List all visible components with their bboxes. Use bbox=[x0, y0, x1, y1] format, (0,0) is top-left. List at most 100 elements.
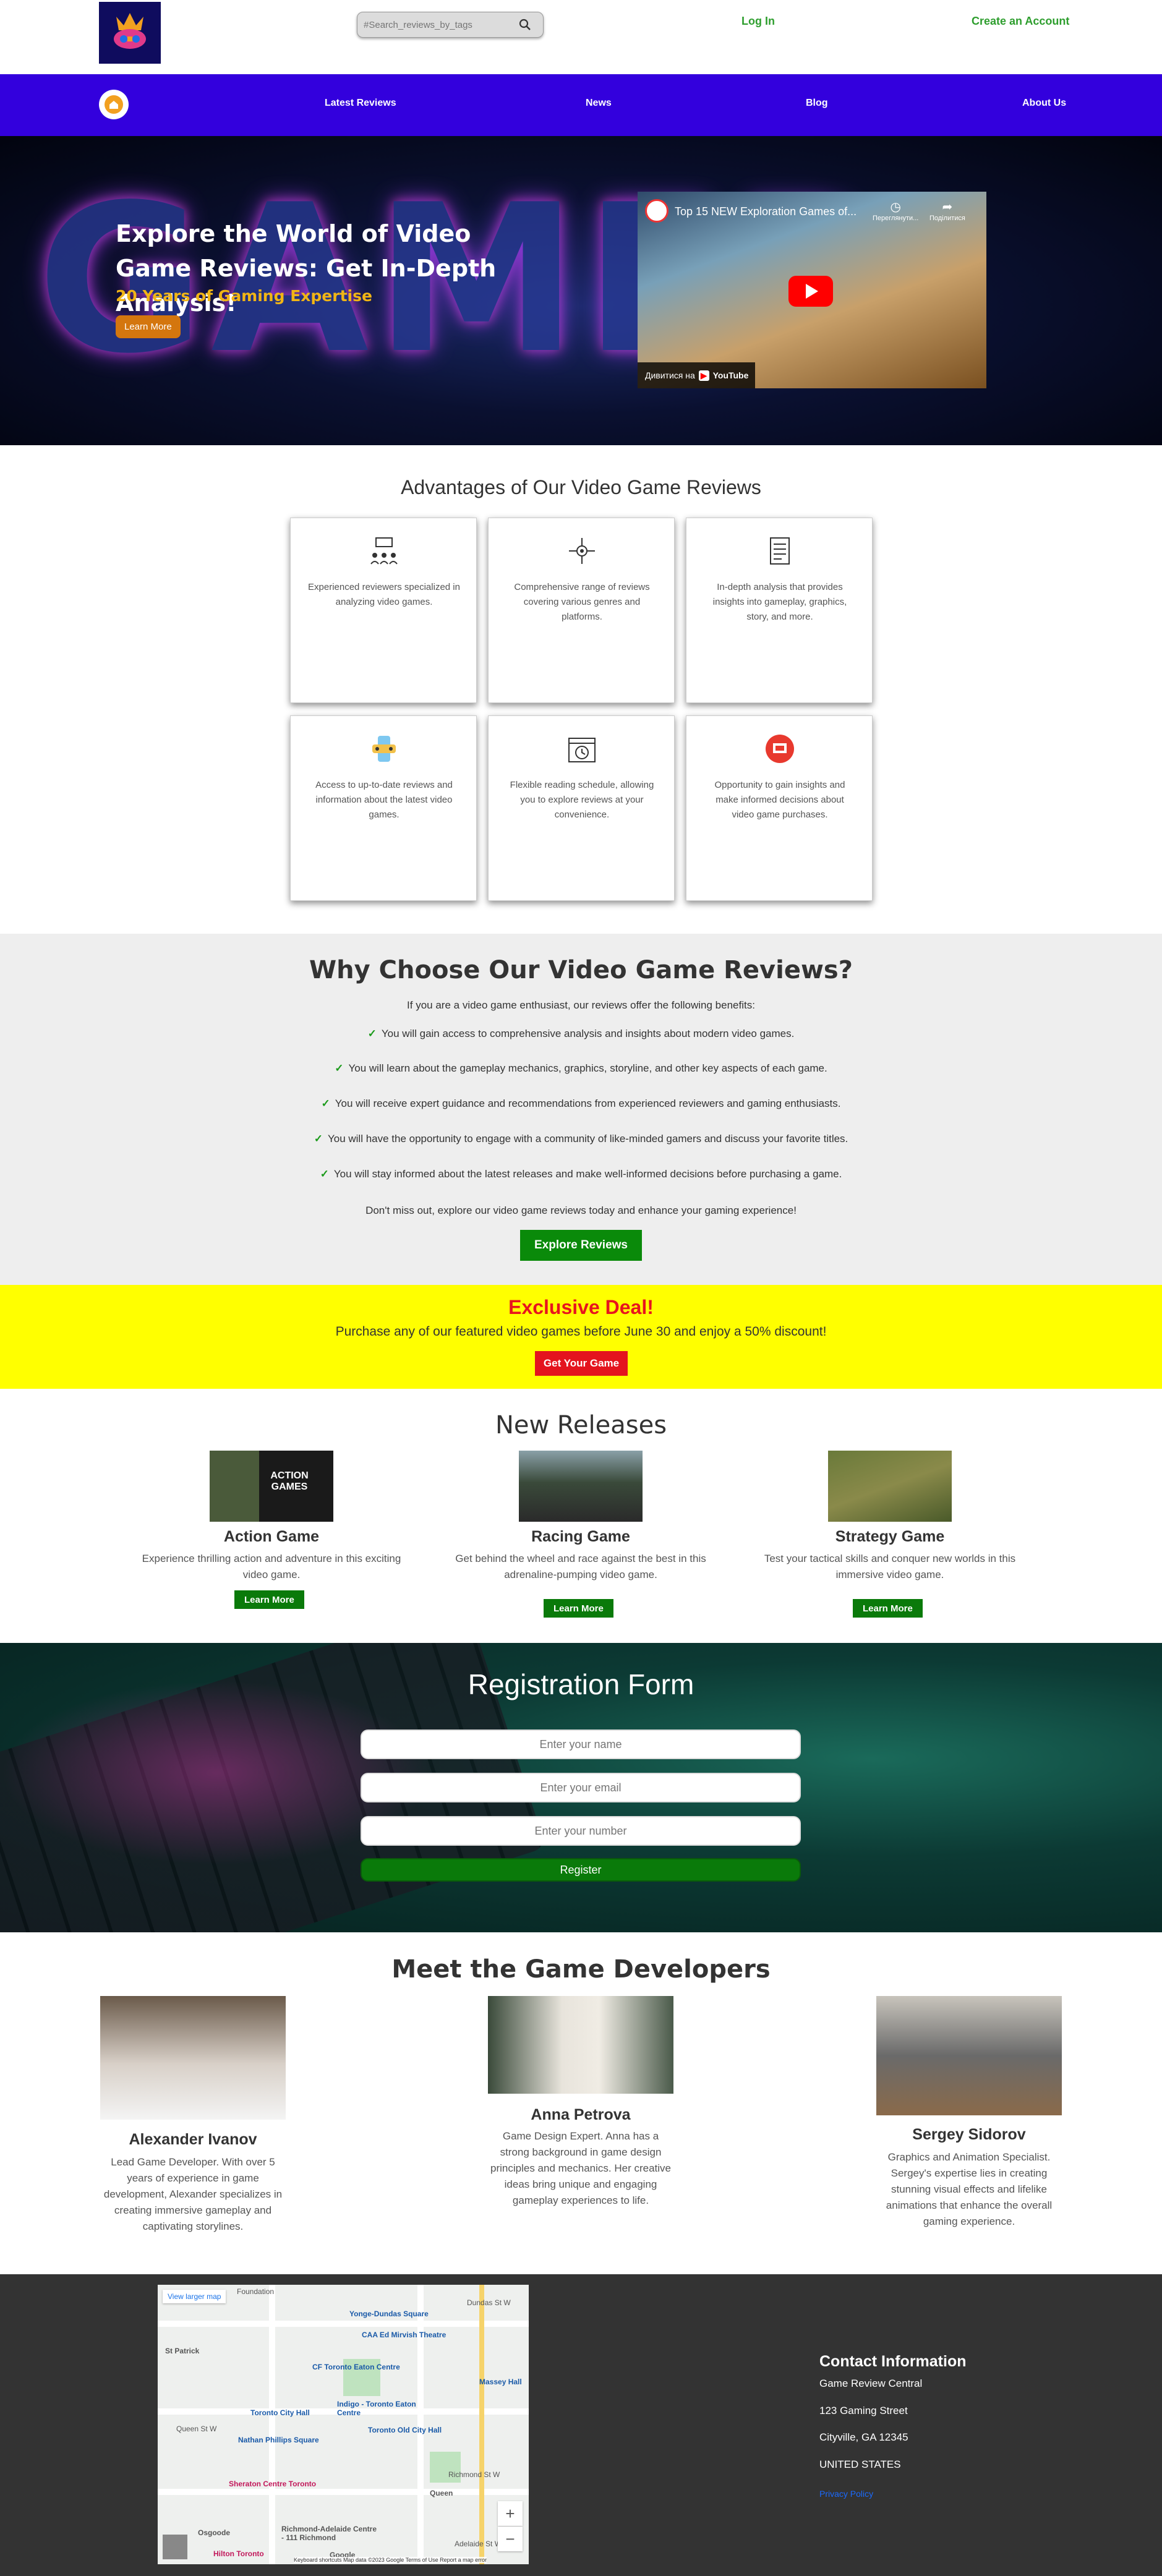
map-label: Osgoode bbox=[198, 2528, 231, 2537]
benefit-text: You will gain access to comprehensive an… bbox=[381, 1028, 795, 1039]
map-label[interactable]: CAA Ed Mirvish Theatre bbox=[362, 2331, 446, 2339]
benefit-item: ✓ You will stay informed about the latest… bbox=[0, 1168, 1162, 1180]
benefit-text: You will have the opportunity to engage … bbox=[327, 1133, 848, 1145]
watch-on-label: Дивитися на bbox=[645, 370, 695, 380]
contact-line: Game Review Central bbox=[819, 2378, 923, 2389]
map-label[interactable]: Hilton Toronto bbox=[213, 2549, 264, 2558]
create-account-link[interactable]: Create an Account bbox=[972, 15, 1069, 28]
network-icon bbox=[569, 538, 595, 564]
map-label[interactable]: Nathan Phillips Square bbox=[238, 2436, 319, 2444]
search-input[interactable] bbox=[364, 19, 518, 30]
map-label[interactable]: Yonge-Dundas Square bbox=[349, 2309, 429, 2318]
advantage-text: Access to up-to-date reviews and informa… bbox=[315, 780, 453, 820]
exclusive-deal-banner: Exclusive Deal! Purchase any of our feat… bbox=[0, 1285, 1162, 1389]
anna-petrova-photo bbox=[488, 1996, 673, 2094]
developer-bio: Game Design Expert. Anna has a strong ba… bbox=[490, 2130, 671, 2206]
registration-title: Registration Form bbox=[468, 1668, 694, 1700]
register-button[interactable]: Register bbox=[361, 1858, 801, 1882]
release-text: Test your tactical skills and conquer ne… bbox=[764, 1553, 1016, 1580]
google-map[interactable]: View larger map Yonge-Dundas Square CAA … bbox=[158, 2285, 529, 2564]
get-your-game-button[interactable]: Get Your Game bbox=[535, 1351, 628, 1376]
nav-about-us[interactable]: About Us bbox=[1022, 98, 1066, 109]
advantage-card: In-depth analysis that provides insights… bbox=[686, 518, 873, 703]
explore-reviews-button[interactable]: Explore Reviews bbox=[520, 1230, 642, 1261]
watch-on-youtube[interactable]: Дивитися на ▶ YouTube bbox=[638, 362, 755, 388]
map-label[interactable]: Sheraton Centre Toronto bbox=[229, 2480, 316, 2488]
calendar-clock-icon bbox=[568, 738, 596, 762]
name-field[interactable] bbox=[361, 1729, 801, 1759]
video-title[interactable]: Top 15 NEW Exploration Games of... bbox=[675, 205, 857, 218]
release-card-racing: Racing Game Get behind the wheel and rac… bbox=[438, 1451, 723, 1624]
home-button[interactable] bbox=[99, 90, 129, 119]
advantage-text: In-depth analysis that provides insights… bbox=[712, 582, 847, 622]
why-title: Why Choose Our Video Game Reviews? bbox=[309, 956, 853, 984]
search-bar[interactable] bbox=[357, 12, 544, 38]
contact-information: Contact Information Game Review Central … bbox=[819, 2353, 967, 2499]
privacy-policy-link[interactable]: Privacy Policy bbox=[819, 2489, 873, 2499]
site-logo[interactable] bbox=[99, 2, 161, 64]
email-field[interactable] bbox=[361, 1773, 801, 1802]
map-label: St Patrick bbox=[165, 2347, 200, 2355]
why-choose-section: Why Choose Our Video Game Reviews? If yo… bbox=[0, 934, 1162, 1285]
search-icon[interactable] bbox=[518, 18, 532, 32]
strategy-learn-more-button[interactable]: Learn More bbox=[853, 1599, 923, 1618]
why-outro: Don't miss out, explore our video game r… bbox=[365, 1205, 797, 1216]
map-label[interactable]: Richmond-Adelaide Centre - 111 Richmond bbox=[281, 2525, 380, 2542]
map-attribution[interactable]: Keyboard shortcuts Map data ©2023 Google… bbox=[294, 2557, 487, 2563]
nav-latest-reviews[interactable]: Latest Reviews bbox=[325, 98, 396, 109]
map-label: Queen bbox=[430, 2489, 453, 2497]
strategy-game-thumbnail[interactable] bbox=[828, 1451, 952, 1522]
map-label: Queen St W bbox=[176, 2425, 217, 2433]
map-road bbox=[158, 2321, 529, 2327]
youtube-video-embed[interactable]: Top 15 NEW Exploration Games of... ◷ Пер… bbox=[638, 192, 986, 388]
map-label[interactable]: Massey Hall bbox=[479, 2378, 522, 2386]
release-title: Strategy Game bbox=[835, 1528, 945, 1545]
check-icon: ✓ bbox=[335, 1062, 344, 1074]
nav-blog[interactable]: Blog bbox=[806, 98, 828, 109]
developer-name: Alexander Ivanov bbox=[129, 2131, 257, 2148]
hero-learn-more-button[interactable]: Learn More bbox=[116, 315, 181, 338]
developer-name: Anna Petrova bbox=[531, 2106, 631, 2123]
map-label[interactable]: Indigo - Toronto Eaton Centre bbox=[337, 2400, 424, 2417]
reviewers-icon bbox=[370, 537, 398, 565]
share-label: Поділитися bbox=[929, 215, 965, 222]
hero-subtitle: 20 Years of Gaming Expertise bbox=[116, 287, 372, 305]
advantage-text: Opportunity to gain insights and make in… bbox=[714, 780, 845, 820]
zoom-in-button[interactable]: + bbox=[498, 2501, 523, 2526]
map-label[interactable]: Toronto Old City Hall bbox=[368, 2426, 442, 2434]
registration-section: Registration Form Register bbox=[0, 1643, 1162, 1932]
action-game-thumbnail[interactable]: ACTION GAMES bbox=[210, 1451, 333, 1522]
channel-avatar[interactable] bbox=[645, 199, 669, 223]
gamer-logo-icon bbox=[114, 13, 146, 49]
developer-card: Anna Petrova Game Design Expert. Anna ha… bbox=[482, 1996, 680, 2231]
action-learn-more-button[interactable]: Learn More bbox=[234, 1590, 304, 1609]
number-field[interactable] bbox=[361, 1816, 801, 1846]
zoom-out-button[interactable]: − bbox=[498, 2527, 523, 2551]
map-label: Foundation bbox=[237, 2287, 275, 2296]
watch-later-label: Переглянути... bbox=[873, 215, 919, 222]
map-label[interactable]: CF Toronto Eaton Centre bbox=[312, 2363, 400, 2371]
release-card-strategy: Strategy Game Test your tactical skills … bbox=[748, 1451, 1032, 1624]
action-thumb-label: ACTION GAMES bbox=[270, 1470, 309, 1492]
map-layers-thumbnail[interactable] bbox=[163, 2535, 187, 2559]
home-icon bbox=[105, 95, 123, 114]
login-link[interactable]: Log In bbox=[741, 15, 775, 28]
play-button[interactable] bbox=[788, 276, 833, 307]
benefit-item: ✓ You will have the opportunity to engage… bbox=[0, 1133, 1162, 1145]
map-label[interactable]: Toronto City Hall bbox=[250, 2408, 310, 2417]
view-larger-map-link[interactable]: View larger map bbox=[163, 2290, 226, 2303]
why-intro: If you are a video game enthusiast, our … bbox=[407, 999, 755, 1011]
benefit-item: ✓ You will learn about the gameplay mecha… bbox=[0, 1062, 1162, 1075]
main-nav: Latest Reviews News Blog About Us bbox=[0, 74, 1162, 136]
youtube-label: YouTube bbox=[712, 370, 749, 380]
nav-news[interactable]: News bbox=[586, 98, 612, 109]
share-button[interactable]: ➦ Поділитися bbox=[929, 199, 965, 222]
advantage-text: Experienced reviewers specialized in ana… bbox=[308, 582, 460, 607]
check-icon: ✓ bbox=[321, 1098, 330, 1109]
racing-game-thumbnail[interactable] bbox=[519, 1451, 643, 1522]
check-icon: ✓ bbox=[320, 1168, 329, 1180]
contact-line: 123 Gaming Street bbox=[819, 2405, 908, 2416]
racing-learn-more-button[interactable]: Learn More bbox=[544, 1599, 613, 1618]
watch-later-button[interactable]: ◷ Переглянути... bbox=[873, 199, 918, 222]
advantage-text: Flexible reading schedule, allowing you … bbox=[510, 780, 654, 820]
